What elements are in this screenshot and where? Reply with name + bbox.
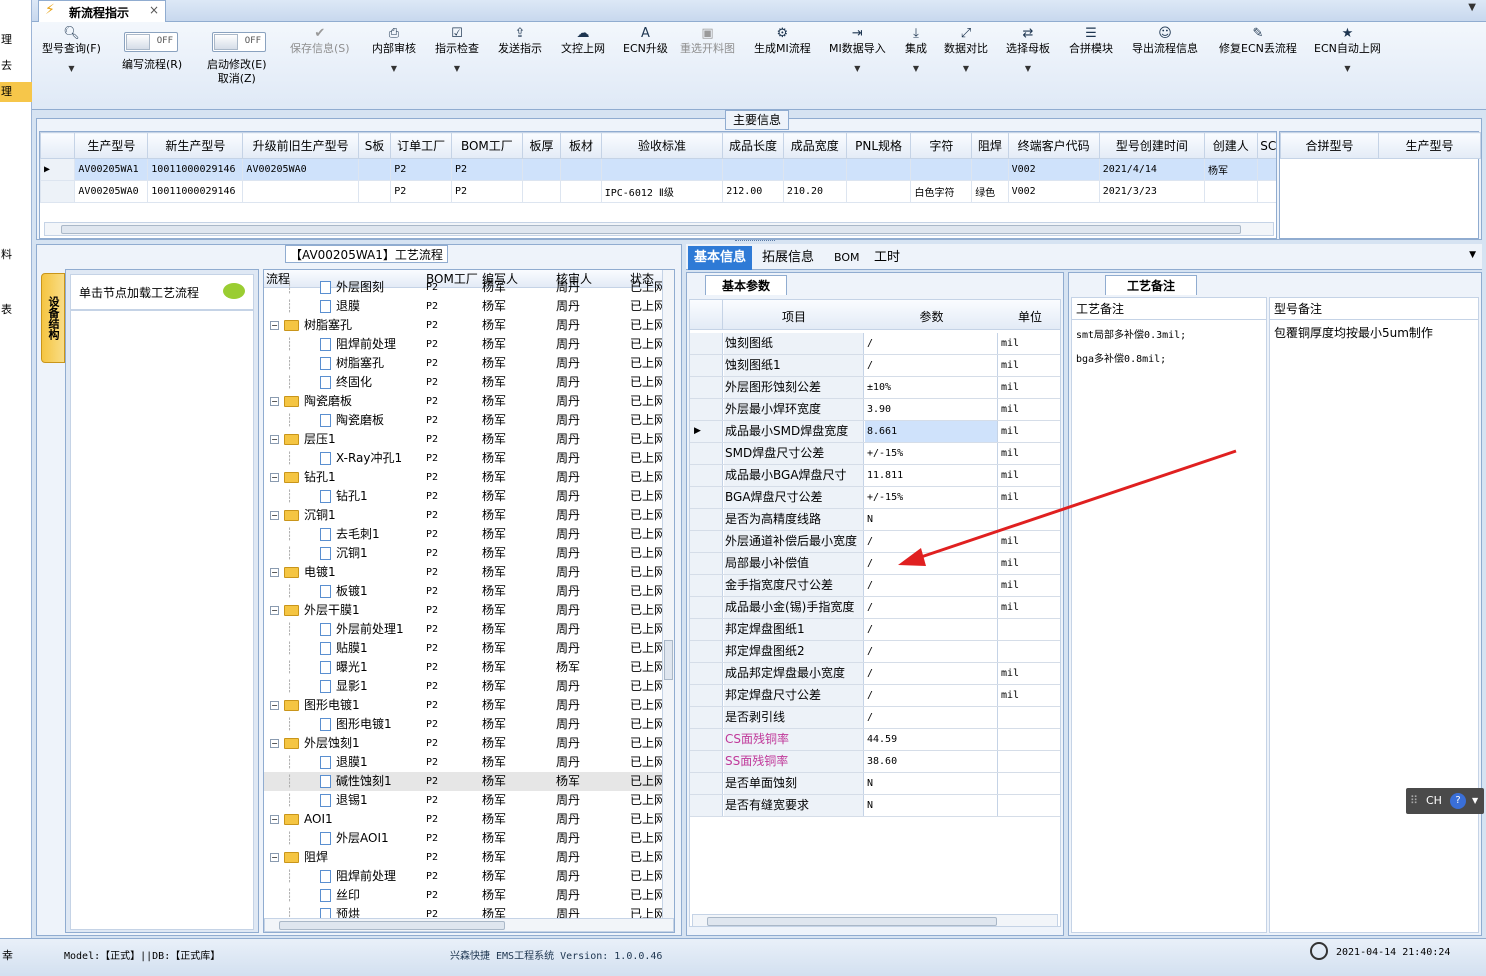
status-bar: 幸 Model:【正式】||DB:【正式库】 兴森快捷 EMS工程系统 Vers…: [0, 938, 1486, 976]
clock-icon: [1310, 942, 1328, 960]
datetime: 2021-04-14 21:40:24: [1336, 947, 1451, 958]
annotation-arrow: [898, 449, 1237, 566]
status-left: 幸: [2, 949, 13, 962]
system-version: 兴森快捷 EMS工程系统 Version: 1.0.0.46: [450, 951, 663, 962]
model-db-status: Model:【正式】||DB:【正式库】: [64, 951, 221, 962]
